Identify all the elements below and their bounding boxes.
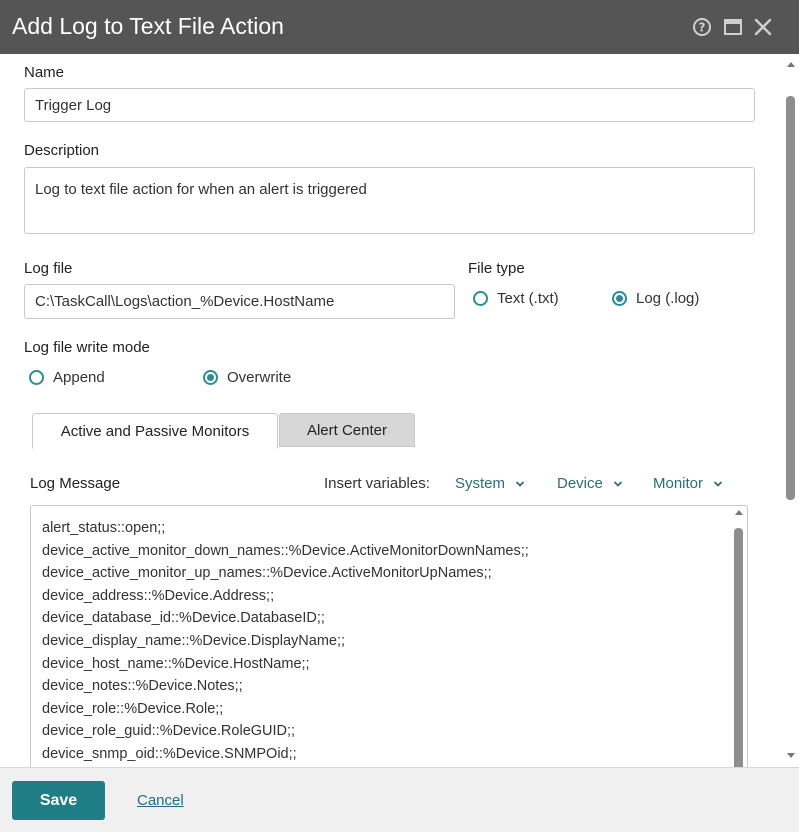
filetype-radio-log[interactable]: Log (.log)	[612, 290, 699, 307]
writemode-append-label: Append	[53, 369, 105, 386]
name-label: Name	[24, 64, 65, 81]
log-message-line: device_active_monitor_up_names::%Device.…	[42, 565, 492, 582]
name-input[interactable]: Trigger Log	[24, 88, 755, 122]
insert-monitor-dropdown[interactable]: Monitor	[653, 475, 723, 492]
dialog-scrollbar[interactable]	[783, 54, 799, 767]
log-message-line: device_host_name::%Device.HostName;;	[42, 655, 310, 672]
chevron-down-icon	[515, 480, 525, 487]
radio-checked-icon	[612, 291, 627, 306]
log-message-line: device_snmp_oid::%Device.SNMPOid;;	[42, 745, 297, 762]
dialog-footer: Save Cancel	[0, 767, 799, 832]
log-message-line: device_role::%Device.Role;;	[42, 700, 224, 717]
log-message-scrollbar[interactable]	[731, 506, 747, 767]
logfile-label: Log file	[24, 260, 73, 277]
close-icon[interactable]	[751, 15, 775, 39]
scrollbar-thumb[interactable]	[786, 96, 795, 500]
scroll-down-icon[interactable]	[787, 753, 795, 758]
filetype-label: File type	[468, 260, 525, 277]
scroll-up-icon[interactable]	[735, 510, 743, 515]
filetype-txt-label: Text (.txt)	[497, 290, 559, 307]
insert-device-dropdown[interactable]: Device	[557, 475, 623, 492]
log-message-label: Log Message	[30, 475, 121, 492]
writemode-label: Log file write mode	[24, 339, 150, 356]
svg-text:?: ?	[699, 21, 706, 35]
log-message-line: device_database_id::%Device.DatabaseID;;	[42, 610, 325, 627]
radio-unchecked-icon	[473, 291, 488, 306]
system-menu-label: System	[455, 475, 506, 492]
dialog-title: Add Log to Text File Action	[12, 13, 284, 39]
tab-alert-center[interactable]: Alert Center	[279, 413, 415, 447]
maximize-icon[interactable]	[721, 15, 745, 39]
radio-checked-icon	[203, 370, 218, 385]
insert-system-dropdown[interactable]: System	[455, 475, 525, 492]
insert-variables-label: Insert variables:	[324, 475, 430, 492]
help-icon[interactable]: ?	[690, 15, 714, 39]
chevron-down-icon	[613, 480, 622, 487]
writemode-overwrite-label: Overwrite	[227, 369, 292, 386]
description-label: Description	[24, 142, 100, 159]
log-message-line: alert_status::open;;	[42, 520, 166, 536]
log-message-line: device_notes::%Device.Notes;;	[42, 678, 243, 695]
radio-unchecked-icon	[29, 370, 44, 385]
log-message-line: device_active_monitor_down_names::%Devic…	[42, 542, 529, 559]
description-textarea[interactable]: Log to text file action for when an aler…	[24, 167, 755, 234]
filetype-log-label: Log (.log)	[636, 290, 700, 307]
scroll-up-icon[interactable]	[787, 62, 795, 67]
log-message-line: device_display_name::%Device.DisplayName…	[42, 632, 346, 649]
device-menu-label: Device	[557, 475, 603, 492]
writemode-radio-overwrite[interactable]: Overwrite	[203, 369, 291, 386]
log-message-lines: alert_status::open;;device_active_monito…	[42, 517, 529, 766]
log-message-line: device_address::%Device.Address;;	[42, 587, 275, 604]
log-message-line: device_role_guid::%Device.RoleGUID;;	[42, 723, 296, 740]
monitor-menu-label: Monitor	[653, 475, 704, 492]
scrollbar-thumb[interactable]	[734, 528, 743, 767]
cancel-link[interactable]: Cancel	[137, 792, 184, 809]
dialog-titlebar: Add Log to Text File Action ?	[0, 0, 799, 54]
logfile-input[interactable]: C:\TaskCall\Logs\action_%Device.HostName	[24, 284, 455, 319]
writemode-radio-append[interactable]: Append	[29, 369, 105, 386]
save-button[interactable]: Save	[12, 781, 105, 820]
dialog-content[interactable]: Name Trigger Log Description Log to text…	[0, 54, 799, 767]
chevron-down-icon	[713, 480, 723, 487]
log-message-textarea[interactable]: alert_status::open;;device_active_monito…	[30, 505, 748, 767]
filetype-radio-txt[interactable]: Text (.txt)	[473, 290, 559, 307]
tab-active-passive-monitors[interactable]: Active and Passive Monitors	[32, 413, 278, 449]
